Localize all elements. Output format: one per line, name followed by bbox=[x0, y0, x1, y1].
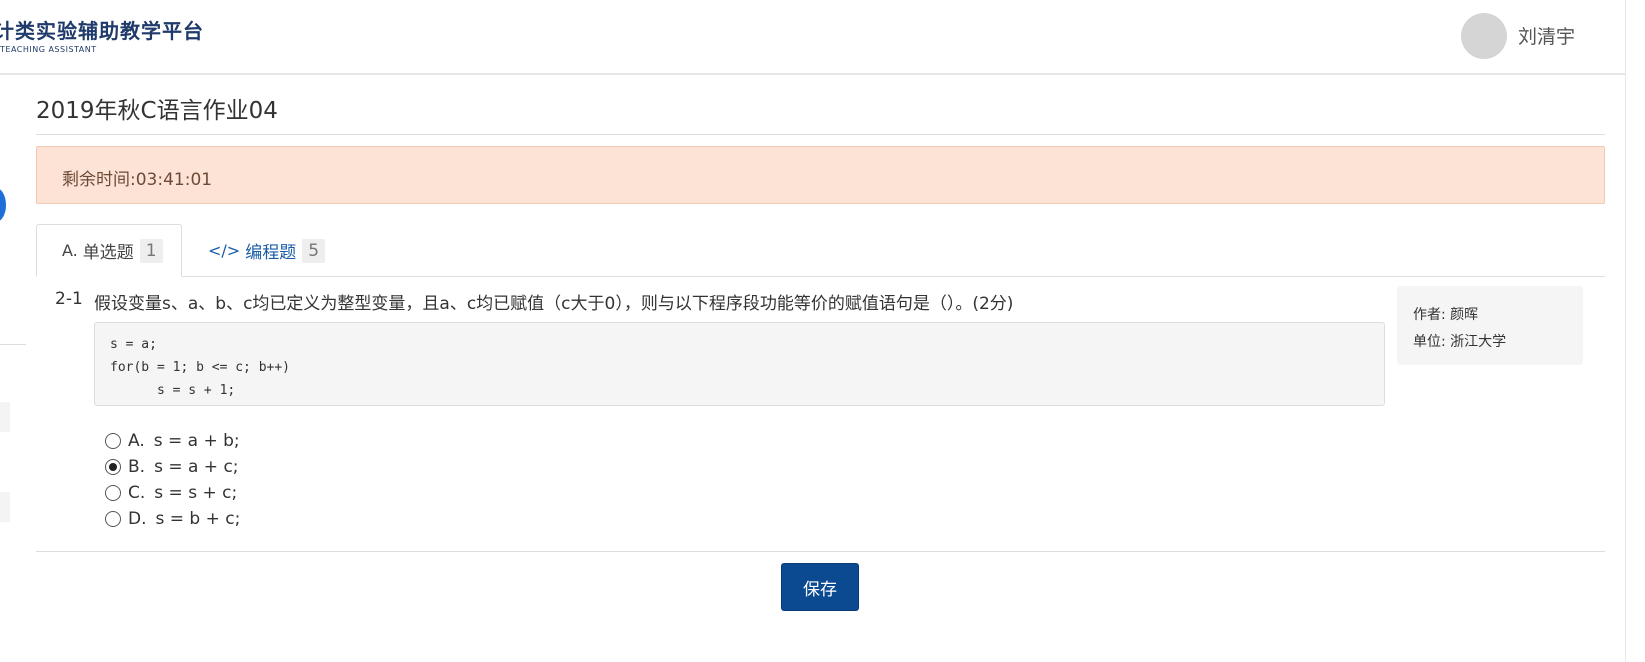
question-type-tabs: A. 单选题 1 </> 编程题 5 bbox=[36, 224, 1605, 277]
platform-logo[interactable]: 计类实验辅助教学平台 TEACHING ASSISTANT bbox=[0, 15, 204, 54]
avatar[interactable] bbox=[1461, 13, 1507, 59]
footer-divider bbox=[36, 551, 1605, 552]
top-bar: 计类实验辅助教学平台 TEACHING ASSISTANT 刘清宇 bbox=[0, 0, 1625, 75]
option-text: s = a + c; bbox=[154, 457, 239, 477]
option-a[interactable]: A. s = a + b; bbox=[105, 428, 240, 454]
unit-line: 单位: 浙江大学 bbox=[1413, 334, 1507, 350]
option-letter: D. bbox=[128, 509, 147, 529]
tab-label: 编程题 bbox=[245, 243, 297, 263]
tab-single-choice[interactable]: A. 单选题 1 bbox=[36, 224, 182, 277]
code-snippet: s = a; for(b = 1; b <= c; b++) s = s + 1… bbox=[110, 337, 291, 398]
option-text: s = b + c; bbox=[155, 509, 241, 529]
sidebar-item[interactable] bbox=[0, 402, 10, 432]
save-button[interactable]: 保存 bbox=[781, 563, 859, 611]
option-letter: C. bbox=[128, 483, 146, 503]
radio-button[interactable] bbox=[105, 485, 121, 501]
sidebar-divider bbox=[0, 344, 26, 345]
code-icon: </> bbox=[208, 241, 241, 260]
option-text: s = s + c; bbox=[154, 483, 238, 503]
tab-count-badge: 5 bbox=[302, 238, 326, 263]
logo-subtitle: TEACHING ASSISTANT bbox=[0, 45, 97, 54]
author-info-box: 作者: 颜晖 单位: 浙江大学 bbox=[1397, 286, 1583, 365]
tab-programming[interactable]: </> 编程题 5 bbox=[208, 224, 326, 277]
username[interactable]: 刘清宇 bbox=[1518, 22, 1575, 49]
option-c[interactable]: C. s = s + c; bbox=[105, 480, 240, 506]
option-letter: B. bbox=[128, 457, 146, 477]
title-divider bbox=[36, 134, 1605, 135]
answer-options: A. s = a + b; B. s = a + c; C. s = s + c… bbox=[105, 428, 240, 532]
question-text: 假设变量s、a、b、c均已定义为整型变量，且a、c均已赋值（c大于0），则与以下… bbox=[94, 294, 1014, 314]
radio-button[interactable] bbox=[105, 433, 121, 449]
choice-icon: A. bbox=[62, 241, 78, 260]
vertical-scrollbar[interactable] bbox=[1625, 0, 1645, 662]
tab-count-badge: 1 bbox=[139, 238, 163, 263]
option-b[interactable]: B. s = a + c; bbox=[105, 454, 240, 480]
timer-banner: 剩余时间:03:41:01 bbox=[36, 146, 1605, 204]
radio-button[interactable] bbox=[105, 459, 121, 475]
option-d[interactable]: D. s = b + c; bbox=[105, 506, 240, 532]
logo-title: 计类实验辅助教学平台 bbox=[0, 19, 204, 43]
question-number: 2-1 bbox=[55, 289, 83, 309]
remaining-time: 剩余时间:03:41:01 bbox=[62, 170, 213, 190]
option-letter: A. bbox=[128, 431, 145, 451]
code-block: s = a; for(b = 1; b <= c; b++) s = s + 1… bbox=[94, 322, 1385, 406]
option-text: s = a + b; bbox=[153, 431, 240, 451]
author-line: 作者: 颜晖 bbox=[1413, 307, 1479, 323]
sidebar-item[interactable] bbox=[0, 492, 10, 522]
tab-label: 单选题 bbox=[82, 243, 134, 263]
sidebar-toggle-icon[interactable] bbox=[0, 188, 6, 222]
page-title: 2019年秋C语言作业04 bbox=[36, 98, 278, 124]
radio-button[interactable] bbox=[105, 511, 121, 527]
